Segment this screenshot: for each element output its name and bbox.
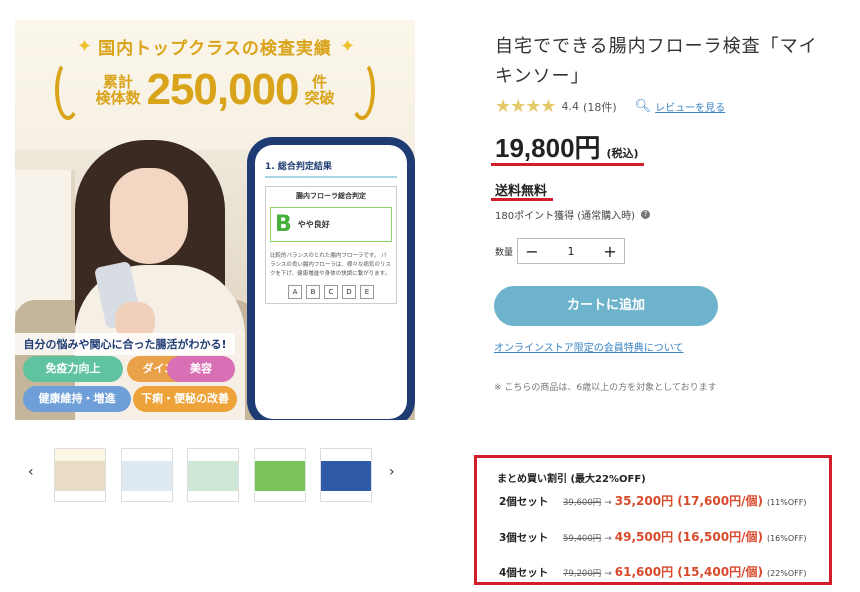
grade-e: E bbox=[360, 285, 374, 299]
hero-headline-suffix-a: 件 bbox=[312, 73, 328, 91]
thumbnail-3-bottom bbox=[188, 491, 238, 501]
grade-d: D bbox=[342, 285, 356, 299]
quantity-increment-button[interactable]: + bbox=[596, 242, 624, 261]
thumbnail-1[interactable] bbox=[54, 448, 106, 502]
thumbnail-next-button[interactable]: › bbox=[389, 464, 395, 480]
bulk-discount-title: まとめ買い割引 (最大22%OFF) bbox=[497, 474, 646, 485]
quantity-label: 数量 bbox=[495, 248, 514, 258]
bulk-discount-rate: (11%OFF) bbox=[766, 498, 807, 507]
thumbnail-2-top bbox=[122, 449, 172, 461]
grade-a: A bbox=[288, 285, 302, 299]
phone-card-title: 腸内フローラ総合判定 bbox=[296, 192, 366, 200]
bulk-row-3set: 3個セット 59,400円 → 49,500円 (16,500円/個) (16%… bbox=[499, 528, 806, 545]
arrow-icon: → bbox=[604, 498, 612, 508]
phone-mockup: 1. 総合判定結果 腸内フローラ総合判定 B やや良好 比較的バランスのとれた腸… bbox=[247, 137, 415, 420]
bulk-old-price: 79,200円 bbox=[563, 569, 602, 579]
grade-b: B bbox=[306, 285, 320, 299]
points-row: 180ポイント獲得 (通常購入時) ? bbox=[495, 207, 651, 222]
tax-label: (税込) bbox=[606, 147, 639, 160]
price-row: 19,800円 (税込) bbox=[495, 128, 639, 165]
bulk-row-2set: 2個セット 39,600円 → 35,200円 (17,600円/個) (11%… bbox=[499, 492, 806, 509]
bulk-discount-rate: (22%OFF) bbox=[766, 569, 807, 578]
hero-headline-line1: 国内トップクラスの検査実績 bbox=[98, 39, 332, 59]
concern-caption: 自分の悩みや関心に合った腸活がわかる! bbox=[15, 333, 235, 355]
thumbnail-1-top bbox=[55, 449, 105, 461]
thumbnail-4[interactable] bbox=[254, 448, 306, 502]
tag-immunity: 免疫力向上 bbox=[23, 356, 123, 382]
bulk-set-label: 4個セット bbox=[499, 567, 549, 579]
hero-headline-number: 250,000 bbox=[146, 65, 299, 114]
points-text: 180ポイント獲得 (通常購入時) bbox=[495, 211, 636, 222]
rating-row: ★★★★ 4.4 (18件) 🔍︎ レビューを見る bbox=[495, 96, 725, 117]
phone-result-text: 比較的バランスのとれた腸内フローラです。 バランスの良い腸内フローラは、様々な病… bbox=[270, 253, 391, 277]
bulk-old-price: 39,600円 bbox=[563, 498, 602, 508]
bulk-set-label: 3個セット bbox=[499, 532, 549, 544]
magnifier-icon[interactable]: 🔍︎ bbox=[635, 99, 652, 114]
thumbnail-2-bottom bbox=[122, 491, 172, 501]
thumbnail-4-bottom bbox=[255, 491, 305, 501]
review-count: (18件) bbox=[583, 100, 617, 114]
thumbnail-3-mid bbox=[188, 461, 238, 491]
bulk-set-label: 2個セット bbox=[499, 496, 549, 508]
thumbnail-4-mid bbox=[255, 461, 305, 491]
phone-grade-label: やや良好 bbox=[297, 220, 330, 229]
quantity-decrement-button[interactable]: − bbox=[518, 242, 546, 261]
bulk-discount-box: まとめ買い割引 (最大22%OFF) 2個セット 39,600円 → 35,20… bbox=[474, 455, 832, 585]
grade-c: C bbox=[324, 285, 338, 299]
hero-headline: 国内トップクラスの検査実績 累計 検体数 250,000 件 突破 bbox=[15, 34, 415, 115]
thumbnail-3[interactable] bbox=[187, 448, 239, 502]
hero-headline-small-b: 検体数 bbox=[95, 89, 141, 107]
thumbnail-5-top bbox=[321, 449, 371, 461]
rating-stars-icon: ★★★★ bbox=[495, 96, 557, 117]
shipping-highlight-underline bbox=[491, 198, 553, 201]
arrow-icon: → bbox=[604, 534, 612, 544]
tag-bowel: 下痢・便秘の改善 bbox=[133, 386, 237, 412]
product-main-image[interactable]: ✦ ✦ 国内トップクラスの検査実績 累計 検体数 250,000 件 突破 1.… bbox=[15, 20, 415, 420]
thumbnail-5[interactable] bbox=[320, 448, 372, 502]
phone-grade-scale: A B C D E bbox=[270, 285, 392, 299]
thumbnail-5-bottom bbox=[321, 491, 371, 501]
woman-face bbox=[110, 168, 188, 264]
thumbnail-1-bottom bbox=[55, 491, 105, 501]
age-note: ※ こちらの商品は、6歳以上の方を対象としております bbox=[494, 383, 717, 393]
hero-headline-small-a: 累計 bbox=[102, 73, 133, 91]
thumbnail-2[interactable] bbox=[121, 448, 173, 502]
thumbnail-3-top bbox=[188, 449, 238, 461]
bulk-old-price: 59,400円 bbox=[563, 534, 602, 544]
quantity-value[interactable]: 1 bbox=[546, 245, 596, 258]
review-link[interactable]: レビューを見る bbox=[655, 99, 725, 114]
thumbnail-1-mid bbox=[55, 461, 105, 491]
thumbnail-4-top bbox=[255, 449, 305, 461]
bulk-discount-rate: (16%OFF) bbox=[766, 534, 807, 543]
help-icon[interactable]: ? bbox=[641, 210, 651, 219]
member-benefits-link[interactable]: オンラインストア限定の会員特典について bbox=[494, 339, 684, 354]
thumbnail-prev-button[interactable]: ‹ bbox=[28, 464, 34, 480]
shipping-label: 送料無料 bbox=[495, 184, 548, 199]
bulk-new-price: 49,500円 (16,500円/個) bbox=[614, 530, 763, 544]
hero-headline-suffix-b: 突破 bbox=[304, 89, 335, 107]
bulk-new-price: 61,600円 (15,400円/個) bbox=[614, 565, 763, 579]
tag-beauty: 美容 bbox=[167, 356, 235, 382]
bulk-row-4set: 4個セット 79,200円 → 61,600円 (15,400円/個) (22%… bbox=[499, 563, 806, 580]
arrow-icon: → bbox=[604, 569, 612, 579]
quantity-stepper[interactable]: − 1 + bbox=[517, 238, 625, 264]
phone-grade-letter: B bbox=[275, 212, 292, 237]
product-title: 自宅でできる腸内フローラ検査「マイキンソー」 bbox=[495, 36, 818, 87]
bulk-new-price: 35,200円 (17,600円/個) bbox=[614, 494, 763, 508]
phone-result-title: 1. 総合判定結果 bbox=[265, 159, 397, 178]
thumbnail-5-mid bbox=[321, 461, 371, 491]
add-to-cart-button[interactable]: カートに追加 bbox=[494, 286, 718, 326]
price-amount: 19,800円 bbox=[495, 133, 601, 163]
thumbnail-2-mid bbox=[122, 461, 172, 491]
tag-health: 健康維持・増進 bbox=[23, 386, 131, 412]
rating-score: 4.4 bbox=[561, 100, 580, 113]
window-background bbox=[15, 170, 75, 310]
price-highlight-underline bbox=[491, 163, 644, 166]
